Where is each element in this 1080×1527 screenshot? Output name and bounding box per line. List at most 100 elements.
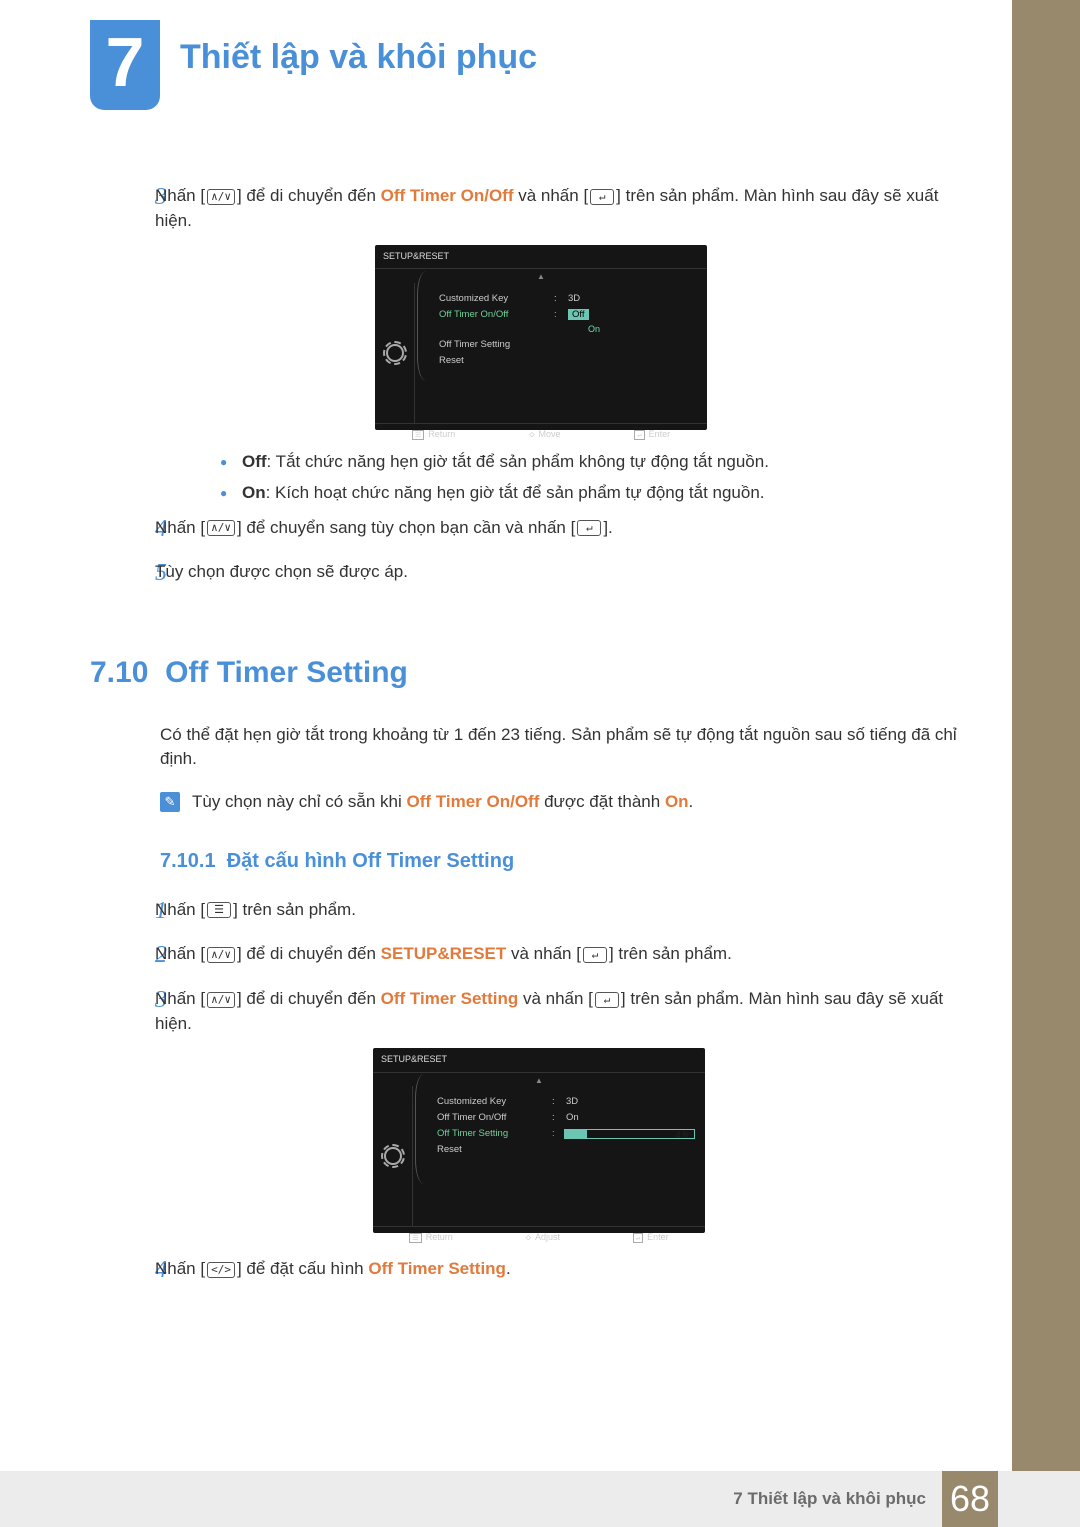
chapter-number-tab: 7	[90, 20, 160, 110]
osd-slider-fill	[565, 1130, 587, 1138]
enter-icon	[583, 947, 607, 963]
step-5: 5 Tùy chọn được chọn sẽ được áp.	[90, 556, 970, 591]
text: Nhấn [	[155, 1259, 205, 1278]
enter-icon	[595, 992, 619, 1008]
osd-arc-decoration	[417, 271, 435, 381]
osd-row-customized-key: Customized Key:3D	[439, 291, 697, 307]
osd-row-off-timer-setting: Off Timer Setting	[439, 337, 697, 353]
step-body: Nhấn [ ] để di chuyển đến Off Timer On/Of…	[155, 180, 970, 233]
step-4: 4 Nhấn [ ] để chuyển sang tùy chọn bạn cầ…	[90, 512, 970, 547]
step-body: Tùy chọn được chọn sẽ được áp.	[155, 556, 970, 591]
bullet-off: ● Off: Tắt chức năng hẹn giờ tắt để sản …	[220, 450, 970, 475]
text: : Kích hoạt chức năng hẹn giờ tắt để sản…	[266, 483, 765, 502]
text: .	[689, 792, 694, 811]
text: Nhấn [	[155, 518, 205, 537]
osd-key: On	[665, 792, 689, 811]
step-body: Nhấn [ ] để di chuyển đến Off Timer Setti…	[155, 983, 970, 1036]
text: và nhấn [	[506, 944, 581, 963]
osd-menu-2: SETUP&RESET ▲ Customized Key:3D Off Time…	[373, 1048, 705, 1233]
footer-page-number: 68	[942, 1471, 998, 1527]
step-number: 4	[90, 512, 155, 547]
bullet-icon: ●	[220, 481, 242, 506]
osd-footer-enter: Enter	[634, 428, 670, 442]
step-3: 3 Nhấn [ ] để di chuyển đến Off Timer On/…	[90, 180, 970, 233]
osd-row-off-timer-onoff: Off Timer On/Off:Off	[439, 307, 697, 323]
text: ] để di chuyển đến	[237, 944, 381, 963]
text: Tùy chọn này chỉ có sẵn khi	[192, 792, 407, 811]
gear-icon	[384, 1147, 402, 1165]
osd-footer-move: Move	[529, 428, 560, 442]
sub-step-2: 2 Nhấn [] để di chuyển đến SETUP&RESET v…	[90, 938, 970, 973]
osd-label: Reset	[437, 1143, 552, 1157]
osd-header: SETUP&RESET	[373, 1048, 705, 1072]
menu-icon	[207, 902, 231, 918]
osd-list: Customized Key:3D Off Timer On/Off:On Of…	[413, 1086, 705, 1226]
footer-chapter-label: 7 Thiết lập và khôi phục	[733, 1489, 926, 1509]
text: ] để chuyển sang tùy chọn bạn cần và nhấ…	[237, 518, 575, 537]
step-number: 5	[90, 556, 155, 591]
note-row: ✎ Tùy chọn này chỉ có sẵn khi Off Timer …	[160, 790, 970, 815]
osd-key: SETUP&RESET	[381, 944, 507, 963]
osd-row-reset: Reset	[437, 1142, 695, 1158]
osd-row-off-timer-onoff: Off Timer On/Off:On	[437, 1110, 695, 1126]
text: Nhấn [	[155, 989, 205, 1008]
footer-accent-block	[1012, 1471, 1080, 1527]
step-number: 3	[90, 180, 155, 233]
osd-label: Customized Key	[437, 1095, 552, 1109]
section-body: Có thể đặt hẹn giờ tắt trong khoảng từ 1…	[160, 723, 970, 1289]
osd-slider-value: 4 h	[675, 1129, 688, 1142]
text: ].	[603, 518, 612, 537]
osd-menu-1: SETUP&RESET ▲ Customized Key:3D Off Time…	[375, 245, 707, 430]
leftright-icon	[207, 1262, 235, 1278]
text: và nhấn [	[514, 186, 589, 205]
updown-icon	[207, 520, 235, 536]
text: Nhấn [	[155, 900, 205, 919]
osd-label: Off Timer On/Off	[437, 1111, 552, 1125]
step-body: Nhấn [] để di chuyển đến SETUP&RESET và …	[155, 938, 970, 973]
osd-key: Off Timer Setting	[381, 989, 519, 1008]
text: ] để đặt cấu hình	[237, 1259, 368, 1278]
osd-label: Reset	[439, 354, 554, 368]
text: ] để di chuyển đến	[237, 186, 381, 205]
osd-footer-return: Return	[412, 428, 455, 442]
gear-icon	[386, 344, 404, 362]
page-footer: 7 Thiết lập và khôi phục 68	[0, 1471, 1012, 1527]
sub-step-1: 1 Nhấn [] trên sản phẩm.	[90, 894, 970, 929]
subsection-title: 7.10.1 Đặt cấu hình Off Timer Setting	[160, 847, 970, 876]
sub-step-4: 4 Nhấn [ ] để đặt cấu hình Off Timer Sett…	[90, 1253, 970, 1288]
note-icon: ✎	[160, 792, 180, 812]
osd-dropdown-option: On	[439, 323, 697, 337]
osd-key: Off Timer On/Off	[381, 186, 514, 205]
text: và nhấn [	[518, 989, 593, 1008]
bullet-text: Off: Tắt chức năng hẹn giờ tắt để sản ph…	[242, 450, 970, 475]
text: Nhấn [	[155, 186, 205, 205]
section-7-10: 7.10 Off Timer Setting Có thể đặt hẹn gi…	[90, 651, 970, 1288]
updown-icon	[207, 189, 235, 205]
note-text: Tùy chọn này chỉ có sẵn khi Off Timer On…	[192, 790, 693, 815]
page-content: 3 Nhấn [ ] để di chuyển đến Off Timer On/…	[90, 180, 970, 1298]
bullet-on: ● On: Kích hoạt chức năng hẹn giờ tắt để…	[220, 481, 970, 506]
text: .	[506, 1259, 511, 1278]
bullet-label: On	[242, 483, 266, 502]
osd-value-selected: Off	[568, 309, 589, 320]
enter-icon	[577, 520, 601, 536]
text: ] trên sản phẩm.	[233, 900, 356, 919]
osd-footer: Return Move Enter	[375, 423, 707, 446]
osd-footer: Return Adjust Enter	[373, 1226, 705, 1249]
bullet-label: Off	[242, 452, 267, 471]
osd-key: Off Timer Setting	[368, 1259, 506, 1278]
osd-label: Off Timer Setting	[437, 1127, 552, 1141]
osd-list: Customized Key:3D Off Timer On/Off:Off O…	[415, 283, 707, 423]
chapter-title: Thiết lập và khôi phục	[180, 38, 537, 77]
step-number: 2	[90, 938, 155, 973]
osd-row-off-timer-setting: Off Timer Setting:4 h	[437, 1126, 695, 1142]
osd-header: SETUP&RESET	[375, 245, 707, 269]
text: ] để di chuyển đến	[237, 989, 381, 1008]
step-number: 4	[90, 1253, 155, 1288]
osd-footer-adjust: Adjust	[526, 1231, 560, 1245]
updown-icon	[207, 947, 235, 963]
osd-slider: 4 h	[564, 1129, 695, 1139]
subsection-number: 7.10.1	[160, 850, 216, 872]
text: được đặt thành	[539, 792, 665, 811]
section-description: Có thể đặt hẹn giờ tắt trong khoảng từ 1…	[160, 723, 970, 772]
